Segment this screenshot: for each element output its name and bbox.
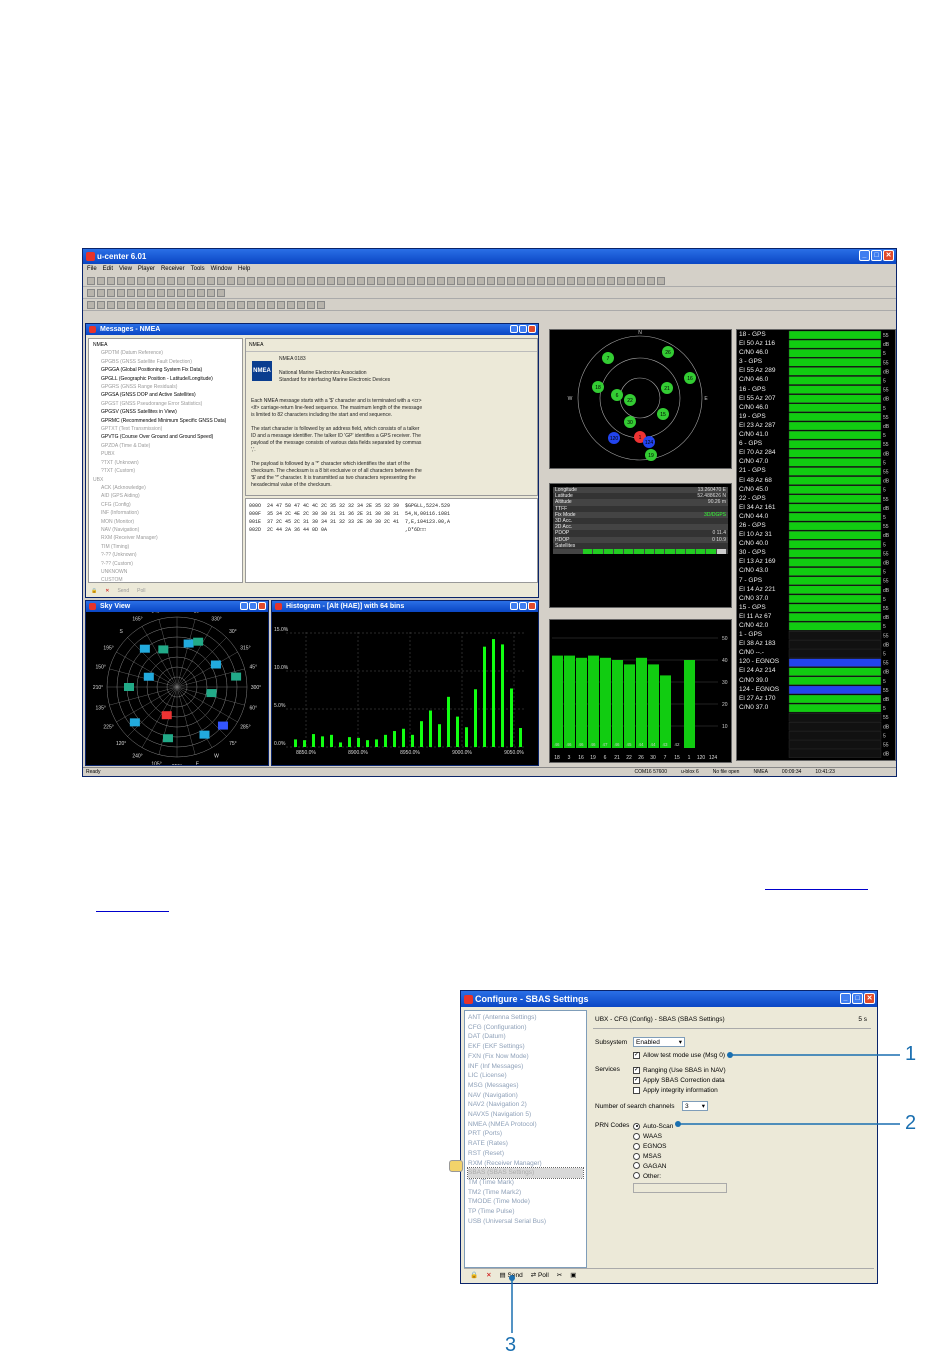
callout-lines [509,1052,900,1333]
callout-2: 2 [905,1112,917,1134]
callout-1: 1 [905,1043,917,1065]
